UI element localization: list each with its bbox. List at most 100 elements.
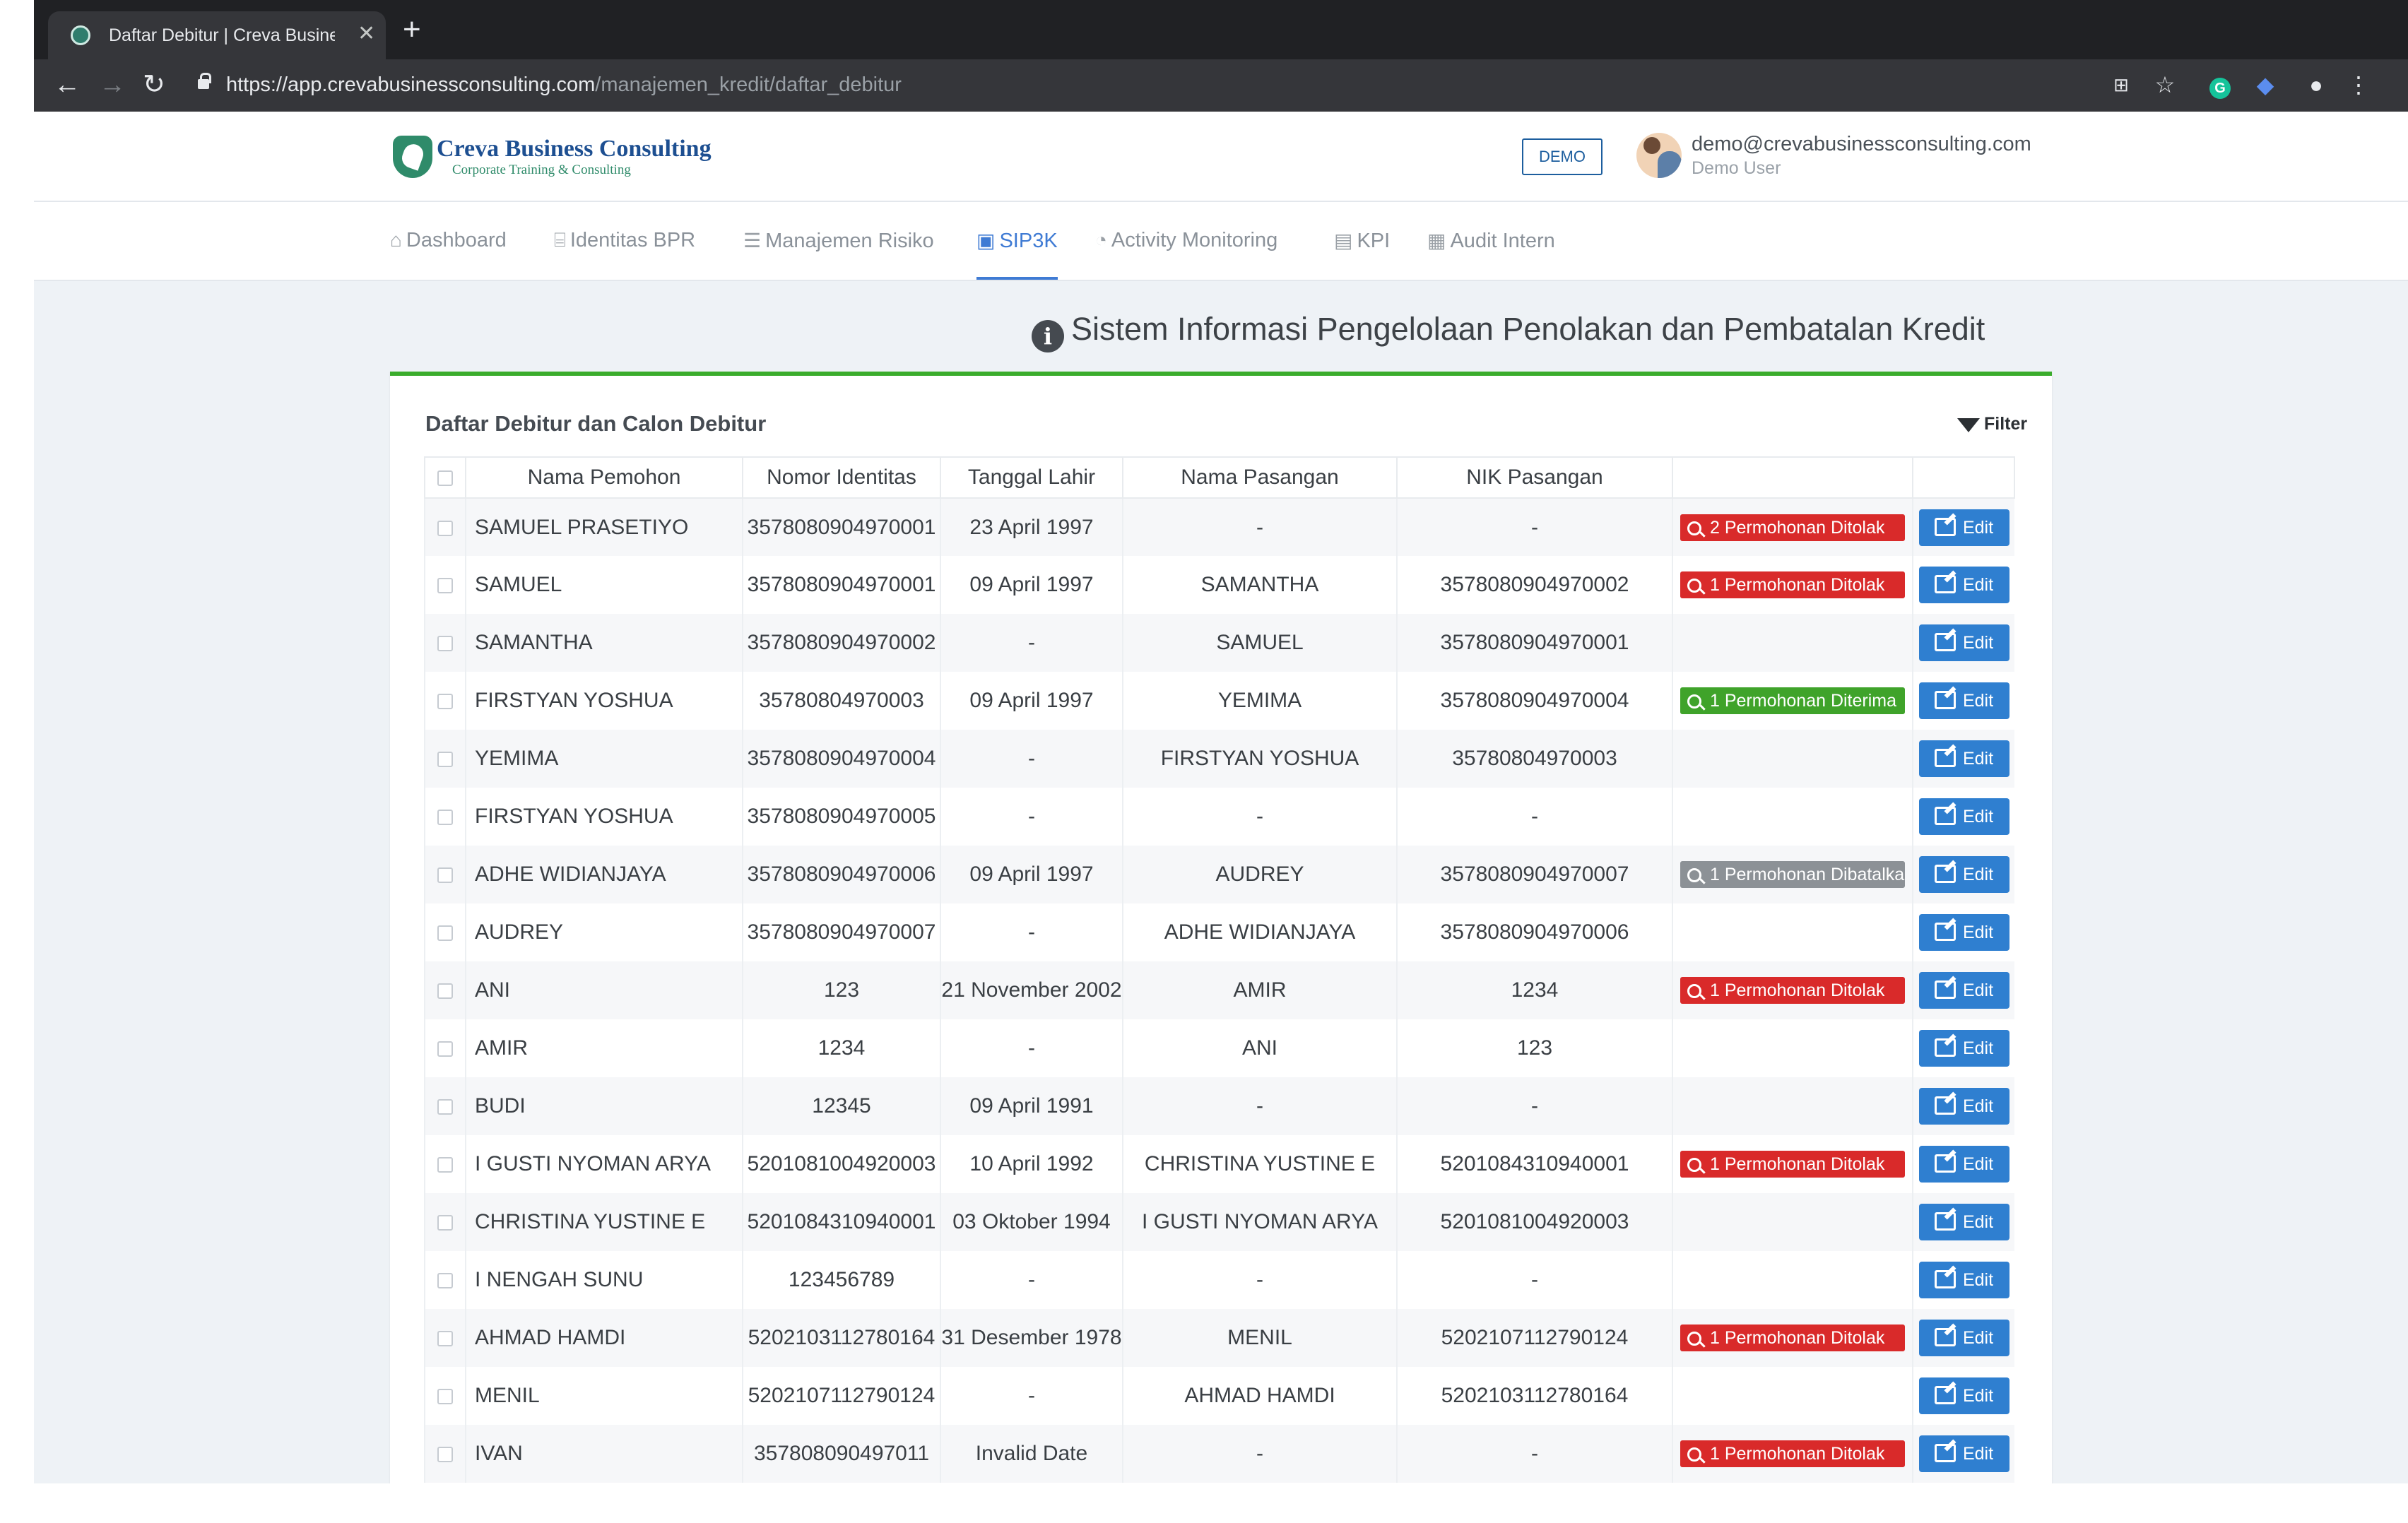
select-all-checkbox[interactable]: [437, 470, 453, 487]
table-row[interactable]: I GUSTI NYOMAN ARYA 5201081004920003 10 Ap…: [424, 1135, 2014, 1193]
translate-icon[interactable]: ⊞: [2107, 71, 2135, 99]
edit-button[interactable]: Edit: [1918, 567, 2009, 603]
row-checkbox[interactable]: [437, 636, 453, 652]
edit-button[interactable]: Edit: [1918, 856, 2009, 893]
edit-button[interactable]: Edit: [1918, 1146, 2009, 1183]
edit-button[interactable]: Edit: [1918, 1088, 2009, 1125]
status-badge[interactable]: 1 Permohonan Ditolak: [1680, 1325, 1905, 1351]
table-row[interactable]: SAMUEL 3578080904970001 09 April 1997 SAMAN…: [424, 556, 2014, 614]
table-row[interactable]: YEMIMA 3578080904970004- FIRSTYAN YOSHUA 35…: [424, 730, 2014, 788]
column-header-nik[interactable]: NIK Pasangan: [1396, 456, 1673, 499]
table-row[interactable]: AHMAD HAMDI 5202103112780164 31 Desember 1…: [424, 1309, 2014, 1367]
row-checkbox[interactable]: [437, 694, 453, 710]
row-checkbox[interactable]: [437, 1215, 453, 1231]
table-row[interactable]: FIRSTYAN YOSHUA 35780804970003 09 April 19…: [424, 672, 2014, 730]
column-header-tanggal[interactable]: Tanggal Lahir: [940, 456, 1123, 499]
extension-icon[interactable]: ◆: [2251, 71, 2279, 99]
status-badge[interactable]: 1 Permohonan Dibatalkan: [1680, 861, 1905, 888]
row-checkbox[interactable]: [437, 983, 453, 1000]
grammarly-extension-icon[interactable]: G: [2206, 71, 2234, 99]
status-badge-label: 1 Permohonan Ditolak: [1710, 1444, 1885, 1464]
cell-nomor-identitas: 3578080904970001: [742, 556, 940, 614]
table-row[interactable]: I NENGAH SUNU 123456789- - - Edit: [424, 1251, 2014, 1309]
status-badge[interactable]: 1 Permohonan Diterima: [1680, 687, 1905, 714]
browser-tab[interactable]: Daftar Debitur | Creva Business Consulti…: [48, 11, 386, 59]
status-badge[interactable]: 1 Permohonan Ditolak: [1680, 1151, 1905, 1178]
column-header-pasangan[interactable]: Nama Pasangan: [1122, 456, 1398, 499]
edit-button[interactable]: Edit: [1918, 509, 2009, 546]
edit-button[interactable]: Edit: [1918, 1320, 2009, 1356]
table-row[interactable]: BUDI 12345 09 April 1991- - Edit: [424, 1077, 2014, 1135]
row-checkbox[interactable]: [437, 752, 453, 768]
back-arrow-icon[interactable]: ←: [54, 69, 81, 100]
edit-button[interactable]: Edit: [1918, 624, 2009, 661]
cell-nama-pemohon: SAMUEL: [465, 556, 743, 614]
address-bar[interactable]: https://app.crevabusinessconsulting.com/…: [198, 65, 2134, 106]
search-icon: [1687, 868, 1701, 882]
debitur-table: Nama Pemohon Nomor Identitas Tanggal Lah…: [424, 456, 2015, 1483]
table-row[interactable]: ANI 123 21 November 2002 AMIR 1234 1 Permohon…: [424, 961, 2014, 1019]
close-tab-icon[interactable]: ✕: [358, 21, 375, 46]
edit-button[interactable]: Edit: [1918, 682, 2009, 719]
edit-button[interactable]: Edit: [1918, 1435, 2009, 1472]
row-checkbox[interactable]: [437, 520, 453, 536]
nav-item-kpi[interactable]: ▤ KPI: [1334, 229, 1390, 280]
bookmark-star-icon[interactable]: ☆: [2151, 71, 2179, 99]
edit-button[interactable]: Edit: [1918, 1262, 2009, 1298]
row-checkbox[interactable]: [437, 1447, 453, 1463]
nav-item-audit-intern[interactable]: ▦ Audit Intern: [1427, 229, 1555, 280]
nav-item-dashboard[interactable]: ⌂ Dashboard: [390, 229, 507, 280]
column-header-nama[interactable]: Nama Pemohon: [465, 456, 743, 499]
status-badge[interactable]: 1 Permohonan Ditolak: [1680, 1440, 1905, 1467]
lock-icon: [198, 73, 211, 89]
nav-item-manajemen-risiko[interactable]: ☰ Manajemen Risiko: [743, 229, 934, 280]
forward-arrow-icon[interactable]: →: [99, 69, 126, 100]
edit-button[interactable]: Edit: [1918, 914, 2009, 951]
row-checkbox[interactable]: [437, 1389, 453, 1405]
table-row[interactable]: CHRISTINA YUSTINE E 5201084310940001 03 Ok…: [424, 1193, 2014, 1251]
cell-nama-pasangan: -: [1122, 1425, 1397, 1483]
edit-button[interactable]: Edit: [1918, 1204, 2009, 1240]
row-checkbox[interactable]: [437, 1331, 453, 1347]
row-checkbox[interactable]: [437, 925, 453, 942]
filter-button[interactable]: Filter: [1957, 414, 2027, 434]
table-row[interactable]: ADHE WIDIANJAYA 3578080904970006 09 April …: [424, 846, 2014, 903]
row-checkbox[interactable]: [437, 1157, 453, 1173]
nav-item-identitas-bpr[interactable]: ⌸ Identitas BPR: [554, 229, 695, 280]
edit-button[interactable]: Edit: [1918, 1030, 2009, 1067]
cell-nama-pasangan: I GUSTI NYOMAN ARYA: [1122, 1193, 1397, 1251]
nav-item-sip3k[interactable]: ▣ SIP3K: [976, 229, 1058, 280]
row-checkbox[interactable]: [437, 1099, 453, 1115]
reload-icon[interactable]: ↻: [143, 69, 165, 100]
row-select-cell: [424, 903, 466, 961]
nav-item-label: Identitas BPR: [569, 229, 696, 251]
table-row[interactable]: IVAN 357808090497011 Invalid Date - -1 Permo…: [424, 1425, 2014, 1483]
status-badge[interactable]: 1 Permohonan Ditolak: [1680, 571, 1905, 598]
table-row[interactable]: SAMANTHA 3578080904970002- SAMUEL 357808090…: [424, 614, 2014, 672]
status-badge[interactable]: 1 Permohonan Ditolak: [1680, 977, 1905, 1004]
row-checkbox[interactable]: [437, 578, 453, 594]
cell-nik-pasangan: 1234: [1396, 961, 1672, 1019]
profile-icon[interactable]: ●: [2302, 71, 2330, 99]
status-badge[interactable]: 2 Permohonan Ditolak: [1680, 514, 1905, 541]
cell-nik-pasangan: -: [1396, 498, 1672, 556]
table-row[interactable]: SAMUEL PRASETIYO 3578080904970001 23 April…: [424, 498, 2014, 556]
row-checkbox[interactable]: [437, 867, 453, 884]
row-checkbox[interactable]: [437, 1041, 453, 1057]
table-row[interactable]: AUDREY 3578080904970007- ADHE WIDIANJAYA 35…: [424, 903, 2014, 961]
table-row[interactable]: FIRSTYAN YOSHUA 3578080904970005- - - Edit: [424, 788, 2014, 846]
edit-button[interactable]: Edit: [1918, 972, 2009, 1009]
avatar[interactable]: [1636, 133, 1682, 178]
row-checkbox[interactable]: [437, 810, 453, 826]
edit-button[interactable]: Edit: [1918, 1377, 2009, 1414]
edit-button[interactable]: Edit: [1918, 740, 2009, 777]
edit-button[interactable]: Edit: [1918, 798, 2009, 835]
table-row[interactable]: MENIL 5202107112790124- AHMAD HAMDI 5202103…: [424, 1367, 2014, 1425]
user-email[interactable]: demo@crevabusinessconsulting.com: [1692, 133, 2031, 156]
menu-dots-icon[interactable]: ⋮: [2344, 71, 2373, 99]
row-checkbox[interactable]: [437, 1273, 453, 1289]
table-row[interactable]: AMIR 1234- ANI 123 Edit: [424, 1019, 2014, 1077]
new-tab-plus-icon[interactable]: +: [403, 14, 421, 45]
column-header-nomor[interactable]: Nomor Identitas: [742, 456, 941, 499]
nav-item-activity-monitoring[interactable]: ◔ Activity Monitoring: [1095, 229, 1277, 280]
